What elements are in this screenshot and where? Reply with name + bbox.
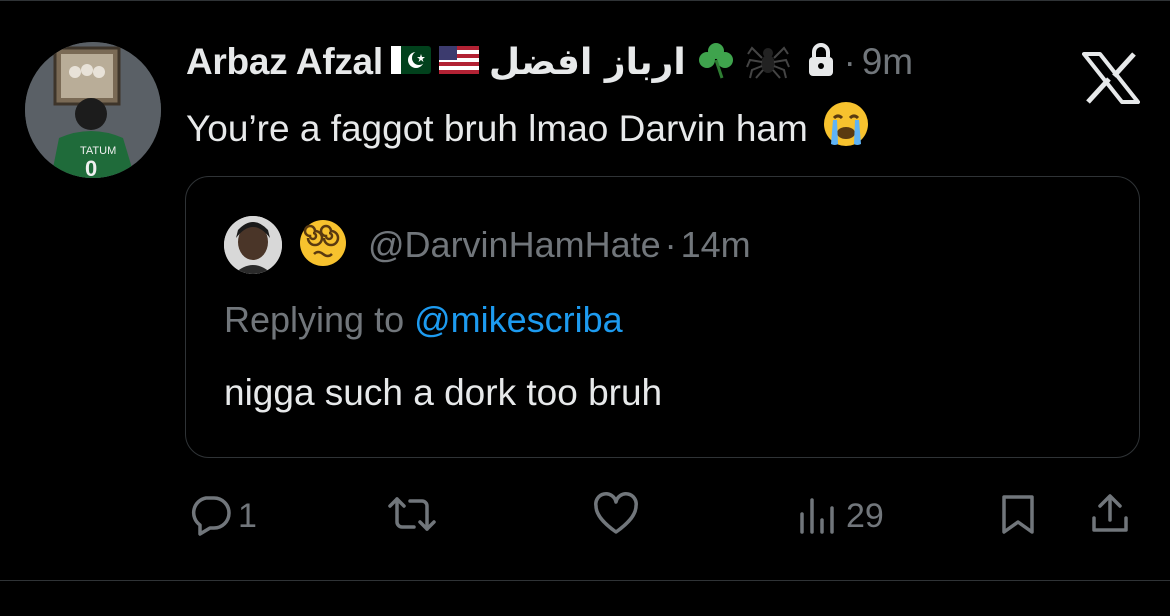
bookmark-button[interactable] (998, 488, 1038, 544)
views-count: 29 (846, 496, 884, 535)
quoted-tweet[interactable]: @DarvinHamHate · 14m Replying to @mikesc… (185, 176, 1140, 458)
reply-icon (188, 492, 232, 541)
replying-to-mention[interactable]: @mikescriba (414, 299, 623, 340)
spider-icon (745, 40, 790, 85)
replying-to: Replying to @mikescriba (224, 299, 623, 341)
tweet-text: You’re a faggot bruh lmao Darvin ham (186, 107, 808, 149)
repost-icon (386, 492, 438, 541)
tweet-body: You’re a faggot bruh lmao Darvin ham (186, 100, 870, 157)
bottom-divider (0, 580, 1170, 581)
action-bar: 1 29 (0, 488, 1170, 544)
bookmark-icon (998, 492, 1038, 541)
heart-icon (592, 491, 640, 541)
tweet-timestamp[interactable]: 9m (862, 41, 913, 83)
quoted-timestamp[interactable]: 14m (681, 224, 751, 266)
shamrock-icon (696, 40, 736, 85)
author-avatar[interactable]: TATUM 0 (25, 42, 161, 178)
views-button[interactable]: 29 (796, 488, 884, 544)
quoted-author-avatar[interactable] (224, 216, 282, 274)
pakistan-flag-icon (390, 45, 431, 79)
replying-to-label: Replying to (224, 299, 415, 340)
top-divider (0, 0, 1170, 1)
lock-icon (804, 42, 838, 83)
tweet-header: Arbaz Afzal ارباز افضل · 9m (186, 36, 913, 88)
author-name-urdu: ارباز افضل (488, 41, 686, 83)
quoted-separator: · (664, 224, 677, 265)
reply-count: 1 (238, 496, 257, 535)
views-icon (796, 492, 840, 541)
quoted-tweet-header: @DarvinHamHate · 14m (224, 216, 751, 274)
quoted-tweet-text: nigga such a dork too bruh (224, 372, 663, 413)
dizzy-face-emoji (298, 218, 348, 273)
us-flag-icon (438, 45, 479, 79)
x-logo-icon[interactable] (1082, 52, 1140, 104)
like-button[interactable] (592, 488, 640, 544)
share-button[interactable] (1088, 488, 1132, 544)
repost-button[interactable] (386, 488, 438, 544)
quoted-author-handle[interactable]: @DarvinHamHate (368, 224, 661, 266)
author-name[interactable]: Arbaz Afzal (186, 41, 383, 83)
reply-button[interactable]: 1 (188, 488, 257, 544)
crying-face-emoji (822, 100, 870, 157)
header-separator: · (843, 41, 856, 82)
svg-text:0: 0 (85, 156, 97, 178)
share-icon (1088, 492, 1132, 541)
